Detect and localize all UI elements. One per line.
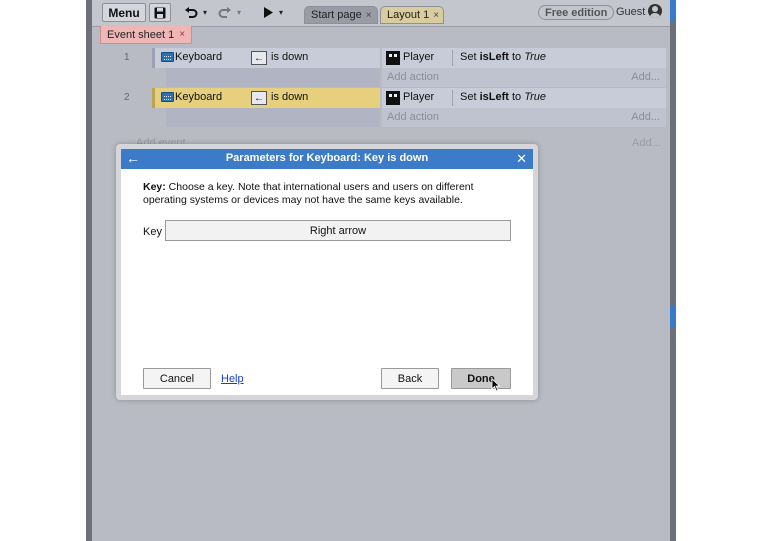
event-2-action[interactable]: Player Set isLeft to True — [382, 88, 666, 108]
event-2-add-action-row: Add action Add... — [382, 108, 666, 127]
left-arrow-key-icon: ← — [251, 91, 267, 105]
tab-label: Event sheet 1 — [107, 28, 175, 41]
tab-label: Start page — [311, 9, 362, 21]
action-text: Set isLeft to True — [460, 51, 547, 63]
divider — [452, 50, 453, 66]
redo-button[interactable] — [216, 3, 234, 22]
player-sprite-icon — [386, 51, 400, 65]
close-icon[interactable]: × — [179, 29, 185, 40]
add-action-link[interactable]: Add action — [387, 71, 439, 83]
menu-button[interactable]: Menu — [102, 3, 146, 22]
help-link[interactable]: Help — [221, 373, 244, 385]
action-object: Player — [403, 51, 435, 63]
event-number: 1 — [124, 52, 130, 63]
keyboard-icon — [161, 92, 174, 102]
undo-icon — [185, 6, 198, 18]
event-1-add-action-row: Add action Add... — [382, 68, 666, 87]
close-icon[interactable]: × — [433, 10, 439, 21]
tab-event-sheet-1[interactable]: Event sheet 1 × — [100, 26, 193, 44]
window-border-left — [86, 0, 92, 541]
event-1-condition-area[interactable] — [166, 68, 380, 87]
play-icon — [264, 7, 273, 18]
add-event-more-link[interactable]: Add... — [632, 137, 661, 149]
scroll-indicator — [670, 0, 676, 22]
close-icon[interactable]: × — [366, 10, 372, 21]
close-icon[interactable]: ✕ — [516, 151, 527, 167]
add-action-link[interactable]: Add action — [387, 111, 439, 123]
event-2-condition[interactable]: Keyboard ← is down — [152, 88, 380, 108]
redo-icon — [218, 6, 231, 18]
tab-label: Layout 1 — [387, 9, 430, 21]
condition-text: is down — [271, 91, 309, 103]
event-number: 2 — [124, 92, 130, 103]
cancel-button[interactable]: Cancel — [143, 368, 211, 389]
add-more-link[interactable]: Add... — [631, 71, 660, 83]
condition-object: Keyboard — [175, 91, 223, 103]
main-toolbar: Menu ▾ ▾ ▾ Start page × Layout 1 × Free … — [86, 0, 676, 27]
player-sprite-icon — [386, 91, 400, 105]
condition-text: is down — [271, 51, 309, 63]
preview-button[interactable] — [260, 3, 276, 22]
mouse-cursor-icon — [491, 378, 501, 392]
add-more-link[interactable]: Add... — [631, 111, 660, 123]
tab-layout-1[interactable]: Layout 1 × — [380, 6, 444, 24]
parameters-dialog: ← Parameters for Keyboard: Key is down ✕… — [116, 144, 538, 400]
chevron-down-icon: ▾ — [278, 8, 283, 17]
divider — [452, 90, 453, 106]
event-1-action[interactable]: Player Set isLeft to True — [382, 48, 666, 68]
action-text: Set isLeft to True — [460, 91, 547, 103]
preview-dropdown[interactable]: ▾ — [276, 3, 286, 22]
save-button[interactable] — [149, 3, 171, 22]
free-edition-badge[interactable]: Free edition — [538, 5, 615, 20]
undo-button[interactable] — [182, 3, 200, 22]
key-selector-button[interactable]: Right arrow — [165, 220, 511, 241]
key-parameter-label: Key — [143, 226, 162, 238]
chevron-down-icon: ▾ — [236, 8, 241, 17]
left-arrow-key-icon: ← — [251, 51, 267, 65]
done-button[interactable]: Done — [451, 368, 511, 389]
save-icon — [154, 7, 166, 18]
scroll-indicator — [670, 306, 676, 328]
event-1-condition[interactable]: Keyboard ← is down — [152, 48, 380, 68]
condition-object: Keyboard — [175, 51, 223, 63]
undo-dropdown[interactable]: ▾ — [200, 3, 210, 22]
dialog-title: Parameters for Keyboard: Key is down — [225, 152, 429, 164]
user-avatar-icon[interactable] — [648, 4, 662, 18]
back-button[interactable]: Back — [381, 368, 439, 389]
redo-dropdown[interactable]: ▾ — [234, 3, 244, 22]
keyboard-icon — [161, 52, 174, 62]
dialog-header: ← Parameters for Keyboard: Key is down ✕ — [121, 149, 533, 169]
window-border-right — [670, 0, 676, 541]
action-object: Player — [403, 91, 435, 103]
parameter-description: Key: Choose a key. Note that internation… — [143, 181, 474, 206]
user-name[interactable]: Guest — [616, 6, 645, 18]
tab-start-page[interactable]: Start page × — [304, 6, 378, 24]
chevron-down-icon: ▾ — [202, 8, 207, 17]
event-2-condition-area[interactable] — [166, 108, 380, 127]
